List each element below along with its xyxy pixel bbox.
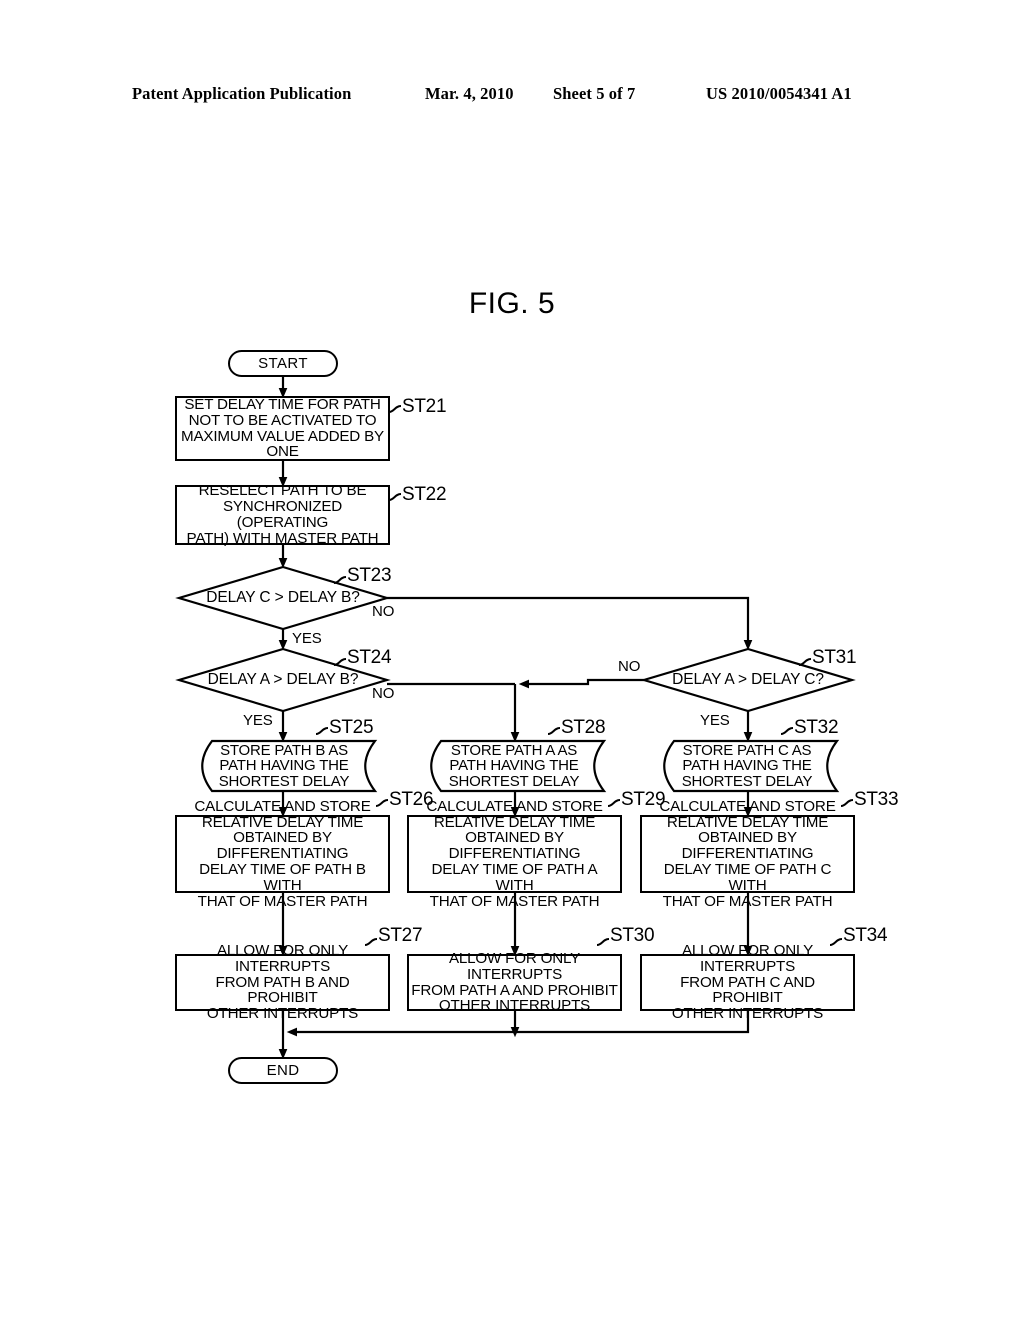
- flow-node-st29[interactable]: CALCULATE AND STORE RELATIVE DELAY TIME …: [407, 798, 622, 909]
- flow-node-st28[interactable]: STORE PATH A AS PATH HAVING THE SHORTEST…: [434, 742, 594, 790]
- flow-node-st25[interactable]: STORE PATH B AS PATH HAVING THE SHORTEST…: [204, 742, 364, 790]
- flow-node-start[interactable]: START: [228, 350, 338, 377]
- step-ref-st23: ST23: [347, 565, 392, 586]
- flow-node-st32[interactable]: STORE PATH C AS PATH HAVING THE SHORTEST…: [667, 742, 827, 790]
- flow-node-st33[interactable]: CALCULATE AND STORE RELATIVE DELAY TIME …: [640, 798, 855, 909]
- step-ref-st31: ST31: [812, 647, 857, 668]
- flow-node-st22[interactable]: RESELECT PATH TO BE SYNCHRONIZED (OPERAT…: [175, 482, 390, 547]
- edge-label-st24-yes: YES: [243, 712, 273, 729]
- step-ref-st28: ST28: [561, 717, 606, 738]
- flow-node-st28-text: STORE PATH A AS PATH HAVING THE SHORTEST…: [448, 741, 580, 790]
- flow-node-st30-text: ALLOW FOR ONLY INTERRUPTS FROM PATH A AN…: [411, 949, 618, 1015]
- flow-node-st21-text: SET DELAY TIME FOR PATH NOT TO BE ACTIVA…: [181, 395, 384, 461]
- flow-node-end[interactable]: END: [228, 1057, 338, 1084]
- flow-node-st31[interactable]: DELAY A > DELAY C?: [644, 668, 852, 692]
- flow-node-st29-text: CALCULATE AND STORE RELATIVE DELAY TIME …: [426, 797, 603, 910]
- flow-node-st27[interactable]: ALLOW FOR ONLY INTERRUPTS FROM PATH B AN…: [175, 943, 390, 1022]
- step-ref-st34: ST34: [843, 925, 888, 946]
- flowchart-fig5: START SET DELAY TIME FOR PATH NOT TO BE …: [0, 0, 1024, 1320]
- flow-node-st34-text: ALLOW FOR ONLY INTERRUPTS FROM PATH C AN…: [671, 942, 824, 1023]
- flow-node-st25-text: STORE PATH B AS PATH HAVING THE SHORTEST…: [218, 741, 350, 790]
- edge-label-st23-yes: YES: [292, 630, 322, 647]
- edge-label-st31-no: NO: [618, 658, 641, 675]
- flow-node-st27-text: ALLOW FOR ONLY INTERRUPTS FROM PATH B AN…: [206, 942, 359, 1023]
- flow-node-st30[interactable]: ALLOW FOR ONLY INTERRUPTS FROM PATH A AN…: [407, 949, 622, 1015]
- step-ref-st22: ST22: [402, 484, 447, 505]
- flow-node-st23[interactable]: DELAY C > DELAY B?: [179, 586, 387, 610]
- edge-label-st23-no: NO: [372, 603, 395, 620]
- flow-node-st26-text: CALCULATE AND STORE RELATIVE DELAY TIME …: [194, 797, 371, 910]
- step-ref-st21: ST21: [402, 396, 447, 417]
- flow-node-st33-text: CALCULATE AND STORE RELATIVE DELAY TIME …: [659, 797, 836, 910]
- step-ref-st25: ST25: [329, 717, 374, 738]
- flow-node-st24[interactable]: DELAY A > DELAY B?: [179, 668, 387, 692]
- flowchart-connectors: [175, 377, 856, 1060]
- flow-node-start-label: START: [258, 354, 308, 372]
- edge-label-st31-yes: YES: [700, 712, 730, 729]
- flow-node-end-label: END: [266, 1061, 300, 1079]
- edge-label-st24-no: NO: [372, 685, 395, 702]
- flow-node-st22-text: RESELECT PATH TO BE SYNCHRONIZED (OPERAT…: [186, 482, 379, 547]
- flow-node-st26[interactable]: CALCULATE AND STORE RELATIVE DELAY TIME …: [175, 798, 390, 909]
- step-ref-st24: ST24: [347, 647, 392, 668]
- step-ref-st33: ST33: [854, 789, 899, 810]
- flow-node-st21[interactable]: SET DELAY TIME FOR PATH NOT TO BE ACTIVA…: [175, 396, 390, 461]
- step-ref-st32: ST32: [794, 717, 839, 738]
- flow-node-st32-text: STORE PATH C AS PATH HAVING THE SHORTEST…: [681, 741, 813, 790]
- step-ref-st27: ST27: [378, 925, 423, 946]
- flow-node-st23-text: DELAY C > DELAY B?: [206, 588, 360, 606]
- flow-node-st24-text: DELAY A > DELAY B?: [207, 670, 359, 688]
- flow-node-st34[interactable]: ALLOW FOR ONLY INTERRUPTS FROM PATH C AN…: [640, 943, 855, 1022]
- flow-node-st31-text: DELAY A > DELAY C?: [672, 670, 824, 688]
